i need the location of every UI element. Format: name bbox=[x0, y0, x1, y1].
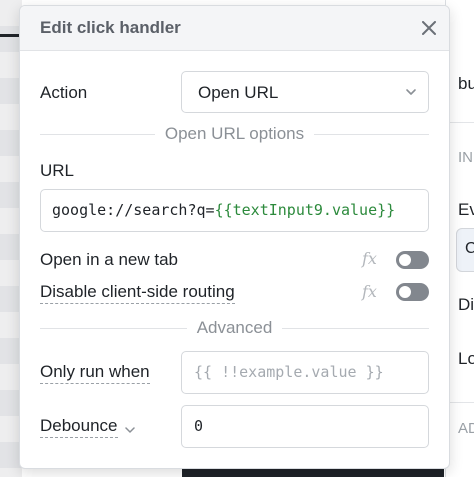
fx-text: fx bbox=[362, 249, 377, 268]
right-panel-disable-label[interactable]: Di bbox=[458, 295, 474, 315]
right-panel-title: bu bbox=[458, 74, 474, 93]
right-panel-section-heading: IN bbox=[458, 149, 473, 166]
options-section-label: Open URL options bbox=[154, 124, 315, 143]
debounce-input[interactable]: 0 bbox=[181, 405, 429, 448]
close-icon bbox=[422, 21, 436, 35]
fx-icon[interactable]: fx bbox=[362, 282, 377, 301]
options-divider: Open URL options bbox=[40, 124, 429, 143]
disable-routing-label: Disable client-side routing bbox=[40, 282, 235, 304]
right-panel-divider-2 bbox=[446, 402, 474, 403]
chevron-down-icon bbox=[406, 89, 416, 95]
only-run-when-label: Only run when bbox=[40, 362, 150, 384]
fx-text: fx bbox=[362, 282, 377, 301]
disable-routing-toggle[interactable] bbox=[396, 283, 429, 301]
action-select[interactable]: Open URL bbox=[181, 71, 429, 113]
edit-click-handler-popover: Edit click handler Action Open URL Open … bbox=[19, 5, 450, 469]
url-input-text: google://search?q= bbox=[52, 201, 215, 219]
fx-icon[interactable]: fx bbox=[362, 249, 377, 268]
chevron-down-icon[interactable] bbox=[124, 424, 136, 436]
action-label: Action bbox=[40, 83, 88, 102]
url-input-template: {{textInput9.value}} bbox=[214, 201, 396, 219]
url-input[interactable]: google://search?q={{textInput9.value}} bbox=[40, 189, 429, 232]
debounce-label[interactable]: Debounce bbox=[40, 416, 118, 438]
close-button[interactable] bbox=[416, 15, 442, 41]
popover-header: Edit click handler bbox=[20, 6, 449, 51]
only-run-when-input[interactable]: {{ !!example.value }} bbox=[181, 351, 429, 394]
advanced-section-label: Advanced bbox=[186, 318, 283, 337]
right-panel-event-chip[interactable]: C bbox=[456, 228, 474, 272]
advanced-divider: Advanced bbox=[40, 318, 429, 337]
open-new-tab-toggle[interactable] bbox=[396, 251, 429, 269]
action-select-value: Open URL bbox=[198, 83, 279, 102]
right-panel-loading-label[interactable]: Lo bbox=[458, 349, 474, 369]
popover-title: Edit click handler bbox=[40, 18, 181, 37]
url-label: URL bbox=[40, 161, 75, 180]
open-new-tab-label: Open in a new tab bbox=[40, 250, 178, 269]
right-panel-event-label[interactable]: Ev bbox=[458, 200, 474, 220]
right-panel-chip-text: C bbox=[465, 240, 474, 258]
right-panel-divider bbox=[446, 122, 474, 123]
right-panel-advanced-heading: AD bbox=[458, 420, 474, 437]
